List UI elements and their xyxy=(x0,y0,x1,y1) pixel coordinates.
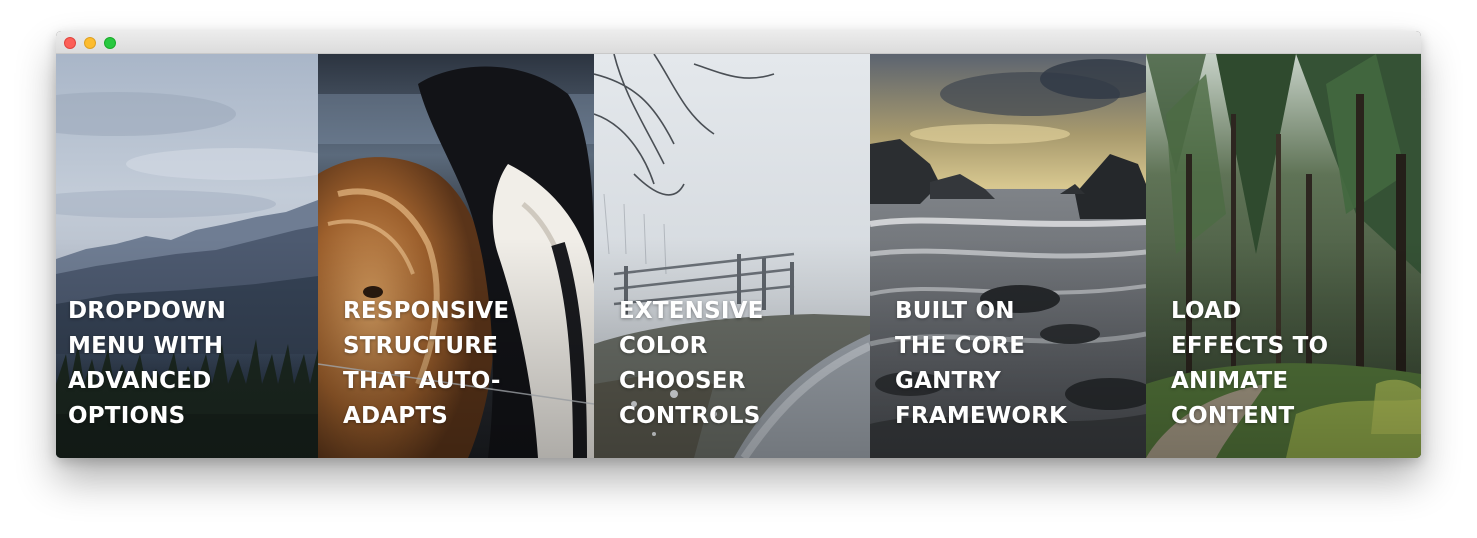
caption-line: BUILT ON xyxy=(895,298,1015,324)
caption-line: CHOOSER xyxy=(619,368,746,394)
window-titlebar xyxy=(56,31,1421,54)
caption-line: ADVANCED xyxy=(68,368,212,394)
panel-caption: LOAD EFFECTS TO ANIMATE CONTENT xyxy=(1171,294,1328,434)
caption-line: CONTENT xyxy=(1171,403,1295,429)
panel-caption: DROPDOWN MENU WITH ADVANCED OPTIONS xyxy=(68,294,226,434)
caption-line: STRUCTURE xyxy=(343,333,499,359)
caption-line: ANIMATE xyxy=(1171,368,1289,394)
feature-panel-gantry-framework[interactable]: BUILT ON THE CORE GANTRY FRAMEWORK xyxy=(870,54,1146,458)
panel-caption: RESPONSIVE STRUCTURE THAT AUTO- ADAPTS xyxy=(343,294,509,434)
caption-line: THAT AUTO- xyxy=(343,368,501,394)
maximize-window-button[interactable] xyxy=(104,37,116,49)
panel-caption: BUILT ON THE CORE GANTRY FRAMEWORK xyxy=(895,294,1067,434)
minimize-window-button[interactable] xyxy=(84,37,96,49)
caption-line: ADAPTS xyxy=(343,403,449,429)
caption-line: CONTROLS xyxy=(619,403,761,429)
caption-line: LOAD xyxy=(1171,298,1242,324)
caption-line: DROPDOWN xyxy=(68,298,227,324)
caption-line: MENU WITH xyxy=(68,333,224,359)
caption-line: COLOR xyxy=(619,333,708,359)
caption-line: OPTIONS xyxy=(68,403,186,429)
caption-line: EFFECTS TO xyxy=(1171,333,1329,359)
feature-panel-color-chooser[interactable]: EXTENSIVE COLOR CHOOSER CONTROLS xyxy=(594,54,870,458)
feature-panel-responsive-structure[interactable]: RESPONSIVE STRUCTURE THAT AUTO- ADAPTS xyxy=(318,54,594,458)
caption-line: GANTRY xyxy=(895,368,1001,394)
caption-line: FRAMEWORK xyxy=(895,403,1068,429)
caption-line: RESPONSIVE xyxy=(343,298,510,324)
browser-window: DROPDOWN MENU WITH ADVANCED OPTIONS RESP… xyxy=(56,31,1421,458)
feature-panel-load-effects[interactable]: LOAD EFFECTS TO ANIMATE CONTENT xyxy=(1146,54,1421,458)
feature-panel-dropdown-menu[interactable]: DROPDOWN MENU WITH ADVANCED OPTIONS xyxy=(56,54,318,458)
feature-panels: DROPDOWN MENU WITH ADVANCED OPTIONS RESP… xyxy=(56,54,1421,458)
panel-caption: EXTENSIVE COLOR CHOOSER CONTROLS xyxy=(619,294,764,434)
caption-line: THE CORE xyxy=(895,333,1026,359)
caption-line: EXTENSIVE xyxy=(619,298,764,324)
close-window-button[interactable] xyxy=(64,37,76,49)
